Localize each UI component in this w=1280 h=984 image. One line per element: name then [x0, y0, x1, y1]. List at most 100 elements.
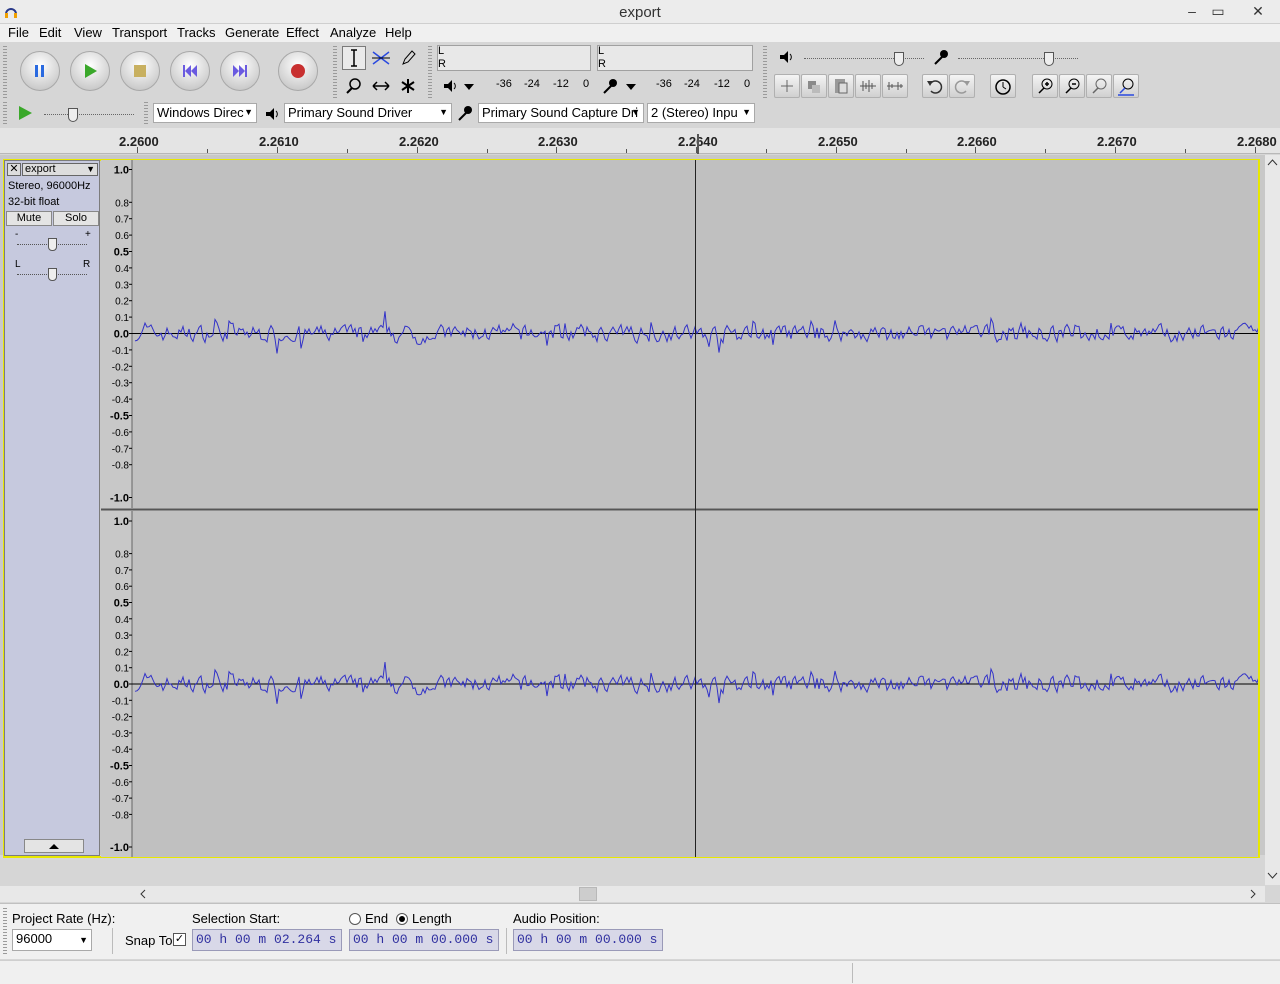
- end-radio[interactable]: [349, 913, 361, 925]
- input-device-select[interactable]: Primary Sound Capture Dri ▼: [478, 103, 644, 123]
- mute-button[interactable]: Mute: [6, 211, 52, 226]
- sync-lock-button[interactable]: [990, 74, 1016, 98]
- vertical-scrollbar[interactable]: [1265, 155, 1280, 885]
- horizontal-scrollbar[interactable]: [0, 886, 1265, 902]
- silence-audio-button[interactable]: [882, 74, 908, 98]
- play-button[interactable]: [70, 51, 110, 91]
- menu-view[interactable]: View: [74, 25, 102, 40]
- amplitude-tick-label: 0.7: [115, 566, 129, 577]
- toolbar-grip[interactable]: [3, 46, 7, 98]
- paste-button[interactable]: [828, 74, 854, 98]
- ruler-major-tick: [975, 147, 976, 153]
- meter-left-label: L: [598, 45, 605, 57]
- skip-end-icon: [233, 65, 247, 77]
- selection-length-time[interactable]: 00 h 00 m 00.000 s: [349, 929, 499, 951]
- menu-edit[interactable]: Edit: [39, 25, 61, 40]
- toolbar-grip[interactable]: [428, 46, 432, 100]
- microphone-icon[interactable]: [601, 77, 619, 95]
- selection-tool[interactable]: [342, 46, 366, 70]
- playhead-marker[interactable]: [697, 134, 699, 154]
- chevron-down-icon[interactable]: [1267, 871, 1278, 881]
- menu-file[interactable]: File: [8, 25, 29, 40]
- track-name-menu[interactable]: export ▼: [22, 163, 98, 176]
- chevron-down-icon[interactable]: [625, 82, 637, 92]
- ruler-label: 2.2600: [119, 134, 159, 149]
- menu-analyze[interactable]: Analyze: [330, 25, 376, 40]
- silence-button[interactable]: [801, 74, 827, 98]
- menu-effect[interactable]: Effect: [286, 25, 319, 40]
- stop-button[interactable]: [120, 51, 160, 91]
- input-channels-select[interactable]: 2 (Stereo) Inpu ▼: [647, 103, 755, 123]
- solo-button[interactable]: Solo: [53, 211, 99, 226]
- chevron-down-icon: ▼: [244, 107, 253, 117]
- close-icon[interactable]: ✕: [1236, 0, 1280, 22]
- length-radio[interactable]: [396, 913, 408, 925]
- slider-thumb[interactable]: [68, 108, 78, 122]
- playback-volume-slider[interactable]: [804, 58, 924, 59]
- skip-start-button[interactable]: [170, 51, 210, 91]
- recording-volume-slider[interactable]: [958, 58, 1078, 59]
- record-button[interactable]: [278, 51, 318, 91]
- chevron-down-icon[interactable]: [463, 82, 475, 92]
- time-shift-tool[interactable]: [369, 74, 393, 98]
- menu-transport[interactable]: Transport: [112, 25, 167, 40]
- waveform-display[interactable]: 1.0 0.8 0.7 0.6 0.5 0.4 0.3 0.2 0.1 0.0 -0.1 -0.2 -0…: [101, 160, 1258, 857]
- ruler-minor-tick: [487, 149, 488, 153]
- speaker-icon[interactable]: [442, 78, 458, 94]
- envelope-tool[interactable]: [369, 46, 393, 70]
- trim-button[interactable]: [774, 74, 800, 98]
- amplitude-tick-label: 0.1: [115, 664, 129, 675]
- fit-project-button[interactable]: [1113, 74, 1139, 98]
- zoom-fit-selection-icon: [1092, 78, 1107, 94]
- undo-button[interactable]: [922, 74, 948, 98]
- restore-icon[interactable]: ▭: [1204, 0, 1232, 22]
- recording-meter[interactable]: [597, 45, 753, 71]
- zoom-in-button[interactable]: [1032, 74, 1058, 98]
- slider-thumb[interactable]: [48, 238, 57, 251]
- audio-position-time[interactable]: 00 h 00 m 00.000 s: [513, 929, 663, 951]
- toolbar-grip[interactable]: [333, 46, 337, 100]
- redo-button[interactable]: [949, 74, 975, 98]
- play-speed-slider[interactable]: [44, 114, 134, 115]
- draw-tool[interactable]: [396, 46, 420, 70]
- slider-thumb[interactable]: [894, 52, 904, 66]
- zoom-tool[interactable]: [342, 74, 366, 98]
- divider: [506, 928, 507, 954]
- ruler-minor-tick: [626, 149, 627, 153]
- chevron-right-icon[interactable]: [1248, 889, 1258, 899]
- chevron-up-icon[interactable]: [1267, 157, 1278, 167]
- audio-host-select[interactable]: Windows Direc ▼: [153, 103, 257, 123]
- menu-tracks[interactable]: Tracks: [177, 25, 216, 40]
- multi-tool[interactable]: [396, 74, 420, 98]
- zoom-out-button[interactable]: [1059, 74, 1085, 98]
- playback-meter[interactable]: [437, 45, 591, 71]
- title-bar: export – ▭ ✕: [0, 0, 1280, 24]
- toolbar-grip[interactable]: [763, 46, 767, 100]
- menu-help[interactable]: Help: [385, 25, 412, 40]
- trim-audio-button[interactable]: [855, 74, 881, 98]
- scroll-thumb[interactable]: [579, 887, 597, 901]
- snap-to-checkbox[interactable]: ✓: [173, 933, 186, 946]
- timeline-ruler[interactable]: 2.26002.26102.26202.26302.26402.26502.26…: [0, 128, 1280, 154]
- collapse-track-button[interactable]: [24, 839, 84, 853]
- chevron-left-icon[interactable]: [138, 889, 148, 899]
- track-control-panel[interactable]: ✕ export ▼ Stereo, 96000Hz 32-bit float M…: [4, 160, 100, 856]
- pause-button[interactable]: [20, 51, 60, 91]
- minimize-icon[interactable]: –: [1178, 0, 1206, 22]
- play-at-speed-icon[interactable]: [16, 104, 34, 122]
- microphone-icon: [458, 106, 472, 121]
- toolbar-grip[interactable]: [3, 102, 7, 124]
- menu-generate[interactable]: Generate: [225, 25, 279, 40]
- toolbar-grip[interactable]: [3, 908, 7, 954]
- project-rate-select[interactable]: 96000 ▼: [12, 929, 92, 951]
- fit-selection-button[interactable]: [1086, 74, 1112, 98]
- amplitude-tick-label: 0.6: [115, 582, 129, 593]
- snap-to-label: Snap To: [125, 933, 173, 948]
- selection-start-time[interactable]: 00 h 00 m 02.264 s: [192, 929, 342, 951]
- skip-end-button[interactable]: [220, 51, 260, 91]
- slider-thumb[interactable]: [1044, 52, 1054, 66]
- track-close-button[interactable]: ✕: [7, 163, 21, 176]
- toolbar-grip[interactable]: [144, 102, 148, 124]
- slider-thumb[interactable]: [48, 268, 57, 281]
- output-device-select[interactable]: Primary Sound Driver ▼: [284, 103, 452, 123]
